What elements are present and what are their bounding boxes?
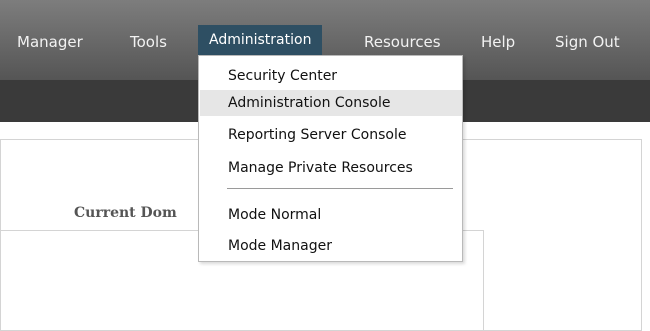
menu-item-label: Mode Manager: [228, 238, 332, 254]
menu-item-label: Administration Console: [228, 95, 391, 111]
menu-item-mode-normal[interactable]: Mode Normal: [200, 202, 462, 228]
menu-item-mode-manager[interactable]: Mode Manager: [200, 233, 462, 259]
nav-resources[interactable]: Resources: [364, 31, 441, 53]
nav-administration[interactable]: Administration: [198, 25, 323, 55]
menu-item-label: Security Center: [228, 68, 338, 84]
menu-item-label: Reporting Server Console: [228, 127, 407, 143]
menu-separator: [227, 188, 453, 189]
administration-dropdown-menu: Security Center Administration Console R…: [198, 55, 463, 262]
nav-tools[interactable]: Tools: [130, 31, 167, 53]
nav-help[interactable]: Help: [481, 31, 515, 53]
menu-item-label: Manage Private Resources: [228, 160, 413, 176]
menu-item-reporting-server-console[interactable]: Reporting Server Console: [200, 122, 462, 148]
menu-item-label: Mode Normal: [228, 207, 322, 223]
current-domain-label: Current Dom: [74, 205, 177, 221]
nav-manager[interactable]: Manager: [17, 31, 83, 53]
menu-item-administration-console[interactable]: Administration Console: [200, 90, 462, 116]
nav-sign-out[interactable]: Sign Out: [555, 31, 620, 53]
menu-item-manage-private-resources[interactable]: Manage Private Resources: [200, 155, 462, 181]
menu-item-security-center[interactable]: Security Center: [200, 63, 462, 89]
